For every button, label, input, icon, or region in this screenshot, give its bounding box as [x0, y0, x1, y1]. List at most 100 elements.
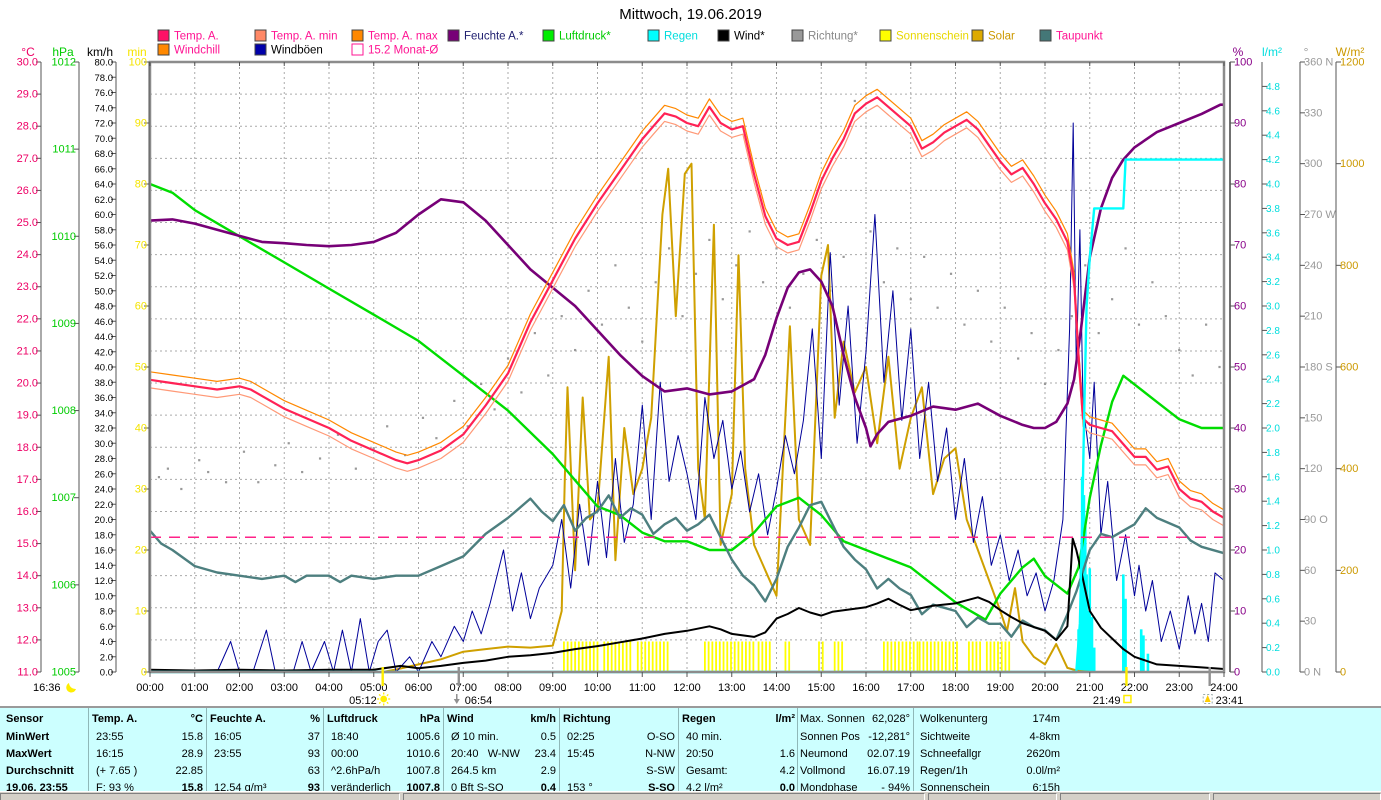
svg-text:24.0: 24.0 [95, 485, 114, 496]
table-separator [88, 708, 89, 793]
svg-text:12.0: 12.0 [95, 576, 114, 587]
humidity-axis: %1009080706050403020100 [1229, 45, 1252, 679]
svg-text:0.0: 0.0 [1266, 668, 1280, 679]
svg-text:27.0: 27.0 [17, 153, 38, 165]
svg-text:42.0: 42.0 [95, 347, 114, 358]
svg-text:21:00: 21:00 [1076, 682, 1104, 694]
svg-text:330: 330 [1304, 107, 1322, 119]
status-segment [403, 793, 925, 800]
svg-text:2.4: 2.4 [1266, 375, 1280, 386]
legend-swatch-temp-a-max [351, 29, 364, 42]
svg-text:80: 80 [1234, 179, 1246, 191]
moonset-arrow-icon [453, 694, 460, 704]
svg-text:1.2: 1.2 [1266, 521, 1280, 532]
table-cell: Max. Sonnen [800, 713, 865, 725]
table-cell: 22.85 [175, 765, 203, 777]
svg-text:1200: 1200 [1340, 57, 1364, 69]
svg-text:72.0: 72.0 [95, 119, 114, 130]
svg-text:300: 300 [1304, 158, 1322, 170]
svg-text:38.0: 38.0 [95, 378, 114, 389]
summary-table: Sensor MinWert MaxWert Durchschnitt 19.06. 2… [0, 706, 1381, 794]
svg-text:2.6: 2.6 [1266, 350, 1280, 361]
svg-text:70.0: 70.0 [95, 134, 114, 145]
svg-text:09:00: 09:00 [539, 682, 567, 694]
svg-text:20: 20 [135, 545, 147, 557]
table-cell: 2.9 [540, 765, 556, 777]
svg-text:30.0: 30.0 [17, 57, 38, 69]
svg-text:10: 10 [135, 606, 147, 618]
table-cell: Sensor [6, 713, 44, 725]
svg-text:14:00: 14:00 [763, 682, 791, 694]
svg-text:1008: 1008 [52, 405, 76, 417]
legend-label: Taupunkt [1056, 31, 1103, 43]
table-cell: 264.5 km [451, 765, 497, 777]
legend-swatch-windchill [157, 43, 170, 56]
table-cell: 02.07.19 [867, 748, 910, 760]
svg-text:10.0: 10.0 [95, 591, 114, 602]
svg-text:48.0: 48.0 [95, 302, 114, 313]
svg-text:30: 30 [1234, 484, 1246, 496]
legend-label: Sonnenschein [896, 31, 969, 43]
svg-text:12:00: 12:00 [673, 682, 701, 694]
table-separator [913, 708, 914, 793]
table-cell: 0.0l/m² [1026, 765, 1060, 777]
svg-text:2.0: 2.0 [100, 652, 113, 663]
legend-label: Luftdruck* [559, 31, 611, 43]
svg-text:100: 100 [1234, 57, 1252, 69]
table-cell: N-NW [645, 748, 675, 760]
table-cell: 63 [307, 765, 320, 777]
svg-text:06:54: 06:54 [465, 695, 493, 706]
svg-text:800: 800 [1340, 260, 1358, 272]
table-cell: Regen/1h [920, 765, 968, 777]
svg-text:70: 70 [1234, 240, 1246, 252]
svg-text:25.0: 25.0 [17, 217, 38, 229]
svg-text:12.0: 12.0 [17, 634, 38, 646]
svg-text:80: 80 [135, 179, 147, 191]
svg-text:8.0: 8.0 [100, 607, 113, 618]
table-cell: O-SO [646, 731, 675, 743]
table-cell: 16:15 [96, 748, 124, 760]
table-cell: Luftdruck [327, 713, 378, 725]
svg-text:90: 90 [1234, 118, 1246, 130]
table-separator [206, 708, 207, 793]
svg-text:1010: 1010 [52, 231, 76, 243]
svg-text:02:00: 02:00 [226, 682, 254, 694]
legend-swatch-regen [647, 29, 660, 42]
svg-text:3.6: 3.6 [1266, 228, 1280, 239]
svg-text:100: 100 [129, 57, 147, 69]
svg-text:15:00: 15:00 [807, 682, 835, 694]
legend-swatch-temp-a- [157, 29, 170, 42]
svg-text:1.6: 1.6 [1266, 472, 1280, 483]
svg-text:3.0: 3.0 [1266, 302, 1280, 313]
table-cell: 15.8 [181, 731, 203, 743]
table-cell: 02:25 [567, 731, 595, 743]
svg-text:4.4: 4.4 [1266, 131, 1280, 142]
svg-text:01:00: 01:00 [181, 682, 209, 694]
table-cell: Feuchte A. [210, 713, 266, 725]
svg-text:66.0: 66.0 [95, 164, 114, 175]
sunrise-icon [377, 692, 391, 706]
table-cell: 2620m [1026, 748, 1060, 760]
status-segment [1060, 793, 1210, 800]
svg-text:13:00: 13:00 [718, 682, 746, 694]
table-cell: 00:00 [331, 748, 359, 760]
legend-swatch-richtung- [791, 29, 804, 42]
direction-axis: °360 N330300270 W240210180 S15012090 O60… [1299, 45, 1336, 679]
svg-text:76.0: 76.0 [95, 88, 114, 99]
svg-text:40: 40 [135, 423, 147, 435]
svg-text:240: 240 [1304, 260, 1322, 272]
table-cell: 37 [307, 731, 320, 743]
svg-text:120: 120 [1304, 463, 1322, 475]
svg-text:40.0: 40.0 [95, 363, 114, 374]
pressure-axis: hPa10121011101010091008100710061005 [52, 45, 80, 679]
svg-text:60.0: 60.0 [95, 210, 114, 221]
svg-text:2.2: 2.2 [1266, 399, 1280, 410]
table-cell: 28.9 [181, 748, 203, 760]
svg-text:74.0: 74.0 [95, 103, 114, 114]
table-cell: 20:40 W-NW [451, 748, 520, 760]
svg-text:22.0: 22.0 [17, 313, 38, 325]
table-cell: hPa [419, 713, 440, 725]
svg-text:29.0: 29.0 [17, 89, 38, 101]
svg-text:19.0: 19.0 [17, 410, 38, 422]
svg-text:46.0: 46.0 [95, 317, 114, 328]
